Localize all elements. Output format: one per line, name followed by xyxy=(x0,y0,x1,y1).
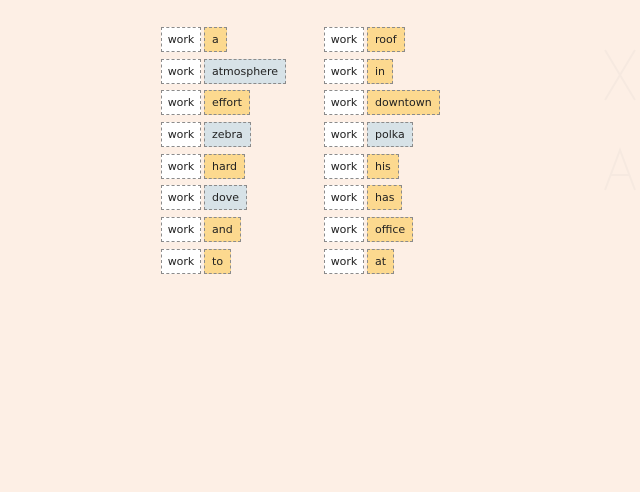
work-tile[interactable]: work xyxy=(324,58,364,84)
word-tile-and[interactable]: and xyxy=(204,217,241,243)
work-tile[interactable]: work xyxy=(324,90,364,116)
work-tile[interactable]: work xyxy=(324,122,364,148)
work-tile[interactable]: work xyxy=(161,217,201,243)
word-pair-row: work zebra xyxy=(161,122,286,148)
work-tile[interactable]: work xyxy=(324,27,364,52)
word-tile-his[interactable]: his xyxy=(367,153,399,179)
word-tile-effort[interactable]: effort xyxy=(204,90,250,116)
work-tile[interactable]: work xyxy=(161,153,201,179)
right-word-column: work roof work in work downtown work pol… xyxy=(324,27,440,281)
work-tile[interactable]: work xyxy=(324,153,364,179)
word-tile-office[interactable]: office xyxy=(367,217,414,243)
word-tile-dove[interactable]: dove xyxy=(204,185,247,211)
work-tile[interactable]: work xyxy=(324,185,364,211)
work-tile[interactable]: work xyxy=(324,248,364,274)
word-pair-row: work to xyxy=(161,248,286,274)
work-tile[interactable]: work xyxy=(161,248,201,274)
work-tile[interactable]: work xyxy=(324,217,364,243)
work-tile[interactable]: work xyxy=(161,27,201,52)
background-watermark-decoration xyxy=(604,49,636,191)
word-pair-row: work dove xyxy=(161,185,286,211)
word-pair-row: work downtown xyxy=(324,90,440,116)
word-tile-has[interactable]: has xyxy=(367,185,403,211)
word-pair-row: work office xyxy=(324,217,440,243)
word-pair-row: work in xyxy=(324,58,440,84)
word-pair-row: work atmosphere xyxy=(161,58,286,84)
word-tile-zebra[interactable]: zebra xyxy=(204,122,251,148)
word-pair-row: work effort xyxy=(161,90,286,116)
word-pair-row: work has xyxy=(324,185,440,211)
word-pair-row: work polka xyxy=(324,122,440,148)
word-tile-hard[interactable]: hard xyxy=(204,153,246,179)
word-pair-row: work and xyxy=(161,217,286,243)
left-word-column: work a work atmosphere work effort work … xyxy=(161,27,286,281)
word-pair-row: work roof xyxy=(324,27,440,52)
word-pair-row: work a xyxy=(161,27,286,52)
word-tile-atmosphere[interactable]: atmosphere xyxy=(204,58,286,84)
word-tile-in[interactable]: in xyxy=(367,58,394,84)
work-tile[interactable]: work xyxy=(161,90,201,116)
work-tile[interactable]: work xyxy=(161,122,201,148)
word-pair-row: work his xyxy=(324,153,440,179)
word-tile-to[interactable]: to xyxy=(204,248,232,274)
word-tile-roof[interactable]: roof xyxy=(367,27,405,52)
word-tile-a[interactable]: a xyxy=(204,27,227,52)
word-tile-polka[interactable]: polka xyxy=(367,122,413,148)
work-tile[interactable]: work xyxy=(161,185,201,211)
word-pair-row: work at xyxy=(324,248,440,274)
word-pair-row: work hard xyxy=(161,153,286,179)
word-tile-at[interactable]: at xyxy=(367,248,395,274)
work-tile[interactable]: work xyxy=(161,58,201,84)
word-tile-downtown[interactable]: downtown xyxy=(367,90,440,116)
